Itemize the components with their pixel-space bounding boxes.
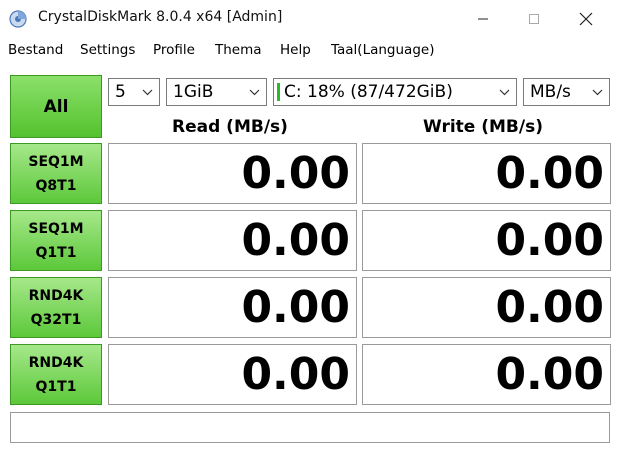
write-header: Write (MB/s) (423, 117, 543, 137)
read-result: 0.00 (108, 344, 357, 405)
minimize-button[interactable] (460, 0, 506, 38)
menu-bar: Bestand Settings Profile Thema Help Taal… (0, 40, 620, 62)
test-count-select[interactable]: 5 (108, 78, 160, 106)
close-icon (579, 12, 593, 26)
run-all-button[interactable]: All (10, 75, 102, 138)
unit-value: MB/s (530, 82, 571, 102)
menu-language[interactable]: Taal(Language) (331, 42, 434, 58)
test-seq1m-q1t1-button[interactable]: SEQ1M Q1T1 (10, 210, 102, 271)
write-result: 0.00 (362, 210, 611, 271)
menu-thema[interactable]: Thema (215, 42, 262, 58)
window-title: CrystalDiskMark 8.0.4 x64 [Admin] (38, 9, 283, 25)
chevron-down-icon (499, 79, 510, 105)
drive-select[interactable]: C: 18% (87/472GiB) (273, 78, 517, 106)
crystaldiskmark-app-icon (9, 10, 27, 28)
write-result: 0.00 (362, 277, 611, 338)
write-result: 0.00 (362, 344, 611, 405)
unit-select[interactable]: MB/s (523, 78, 610, 106)
menu-bestand[interactable]: Bestand (8, 42, 63, 58)
chevron-down-icon (142, 79, 153, 105)
test-name: RND4K (28, 354, 84, 371)
title-bar: CrystalDiskMark 8.0.4 x64 [Admin] (0, 0, 620, 38)
test-params: Q32T1 (30, 311, 82, 328)
test-name: SEQ1M (28, 220, 84, 237)
write-result: 0.00 (362, 143, 611, 204)
close-button[interactable] (563, 0, 609, 38)
maximize-button[interactable] (511, 0, 557, 38)
test-rnd4k-q1t1-button[interactable]: RND4K Q1T1 (10, 344, 102, 405)
status-bar (10, 412, 610, 443)
test-params: Q1T1 (35, 378, 77, 395)
drive-usage-indicator (277, 83, 280, 101)
chevron-down-icon (249, 79, 260, 105)
test-name: RND4K (28, 287, 84, 304)
read-header: Read (MB/s) (172, 117, 288, 137)
test-size-value: 1GiB (173, 82, 214, 102)
read-result: 0.00 (108, 210, 357, 271)
minimize-icon (478, 18, 488, 20)
test-params: Q1T1 (35, 244, 77, 261)
menu-profile[interactable]: Profile (153, 42, 195, 58)
test-name: SEQ1M (28, 153, 84, 170)
maximize-icon (529, 14, 539, 24)
test-size-select[interactable]: 1GiB (166, 78, 267, 106)
drive-value: C: 18% (87/472GiB) (284, 82, 453, 102)
read-result: 0.00 (108, 277, 357, 338)
read-result: 0.00 (108, 143, 357, 204)
test-rnd4k-q32t1-button[interactable]: RND4K Q32T1 (10, 277, 102, 338)
test-count-value: 5 (115, 82, 126, 102)
chevron-down-icon (592, 79, 603, 105)
menu-settings[interactable]: Settings (80, 42, 135, 58)
menu-help[interactable]: Help (280, 42, 311, 58)
test-params: Q8T1 (35, 177, 77, 194)
test-seq1m-q8t1-button[interactable]: SEQ1M Q8T1 (10, 143, 102, 204)
run-all-label: All (43, 96, 69, 117)
